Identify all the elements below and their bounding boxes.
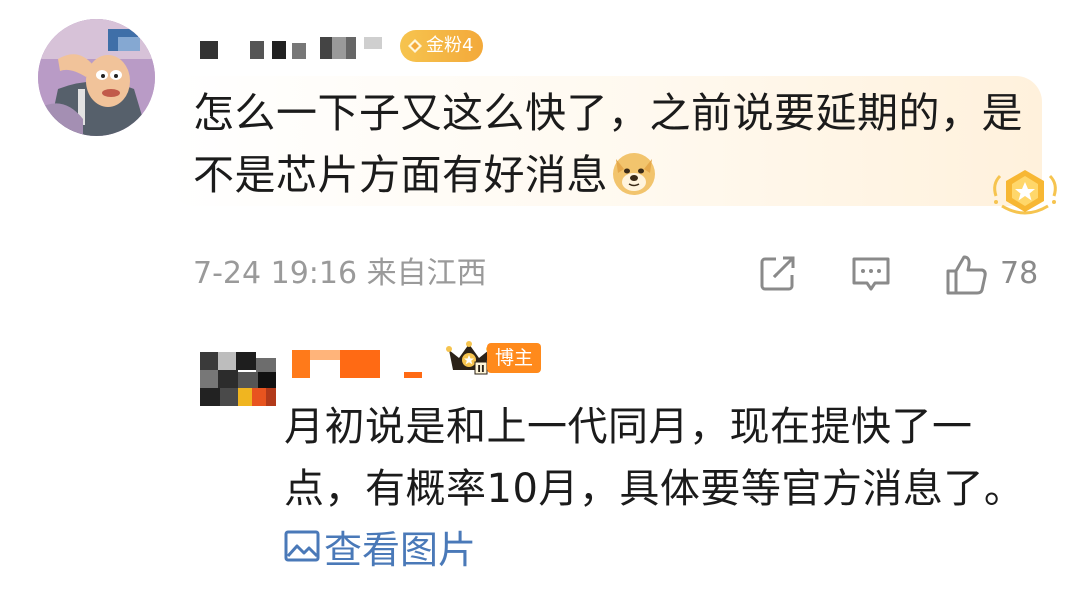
- share-icon[interactable]: [758, 253, 798, 293]
- comment-timestamp: 7-24 19:16: [193, 256, 358, 291]
- comment-icon[interactable]: [851, 253, 891, 293]
- like-icon[interactable]: [944, 253, 988, 297]
- reply-username-redacted[interactable]: [292, 350, 422, 380]
- fan-badge-icon: [408, 39, 422, 53]
- reply-avatar-redacted[interactable]: [198, 350, 278, 408]
- fan-level-badge: 金粉4: [400, 30, 484, 62]
- reply-line-2: 点，有概率10月，具体要等官方消息了。: [284, 466, 1025, 512]
- comment-thread: 金粉4 怎么一下子又这么快了，之前说要延期的，是 不是芯片方面有好消息 7-24…: [0, 0, 1080, 593]
- commenter-avatar[interactable]: [38, 19, 155, 136]
- gold-medal-icon: [993, 170, 1057, 215]
- crown-icon: II: [446, 341, 492, 375]
- crown-level: II: [477, 364, 484, 375]
- comment-line-1: 怎么一下子又这么快了，之前说要延期的，是: [193, 89, 1023, 137]
- reply-body: 月初说是和上一代同月，现在提快了一 点，有概率10月，具体要等官方消息了。: [284, 396, 1054, 520]
- comment-meta: 7-24 19:16 来自江西: [193, 252, 487, 296]
- image-icon: [284, 530, 320, 562]
- host-badge: 博主: [487, 343, 542, 373]
- host-badge-group: II 博主: [445, 340, 542, 376]
- comment-line-2-text: 不是芯片方面有好消息: [193, 151, 608, 199]
- like-count: 78: [1000, 256, 1039, 291]
- commenter-username-redacted[interactable]: [200, 36, 400, 60]
- doge-emoji-icon: [613, 153, 655, 195]
- view-image-link[interactable]: 查看图片: [284, 521, 477, 572]
- fan-badge-label: 金粉4: [426, 35, 474, 56]
- view-image-label: 查看图片: [324, 527, 477, 572]
- comment-location: 来自江西: [366, 256, 487, 291]
- comment-body: 怎么一下子又这么快了，之前说要延期的，是 不是芯片方面有好消息: [193, 82, 1023, 206]
- mosaic-block: [200, 37, 382, 59]
- reply-line-1: 月初说是和上一代同月，现在提快了一: [284, 404, 973, 450]
- comment-line-2: 不是芯片方面有好消息: [193, 144, 1023, 206]
- avatar-image: [38, 19, 155, 136]
